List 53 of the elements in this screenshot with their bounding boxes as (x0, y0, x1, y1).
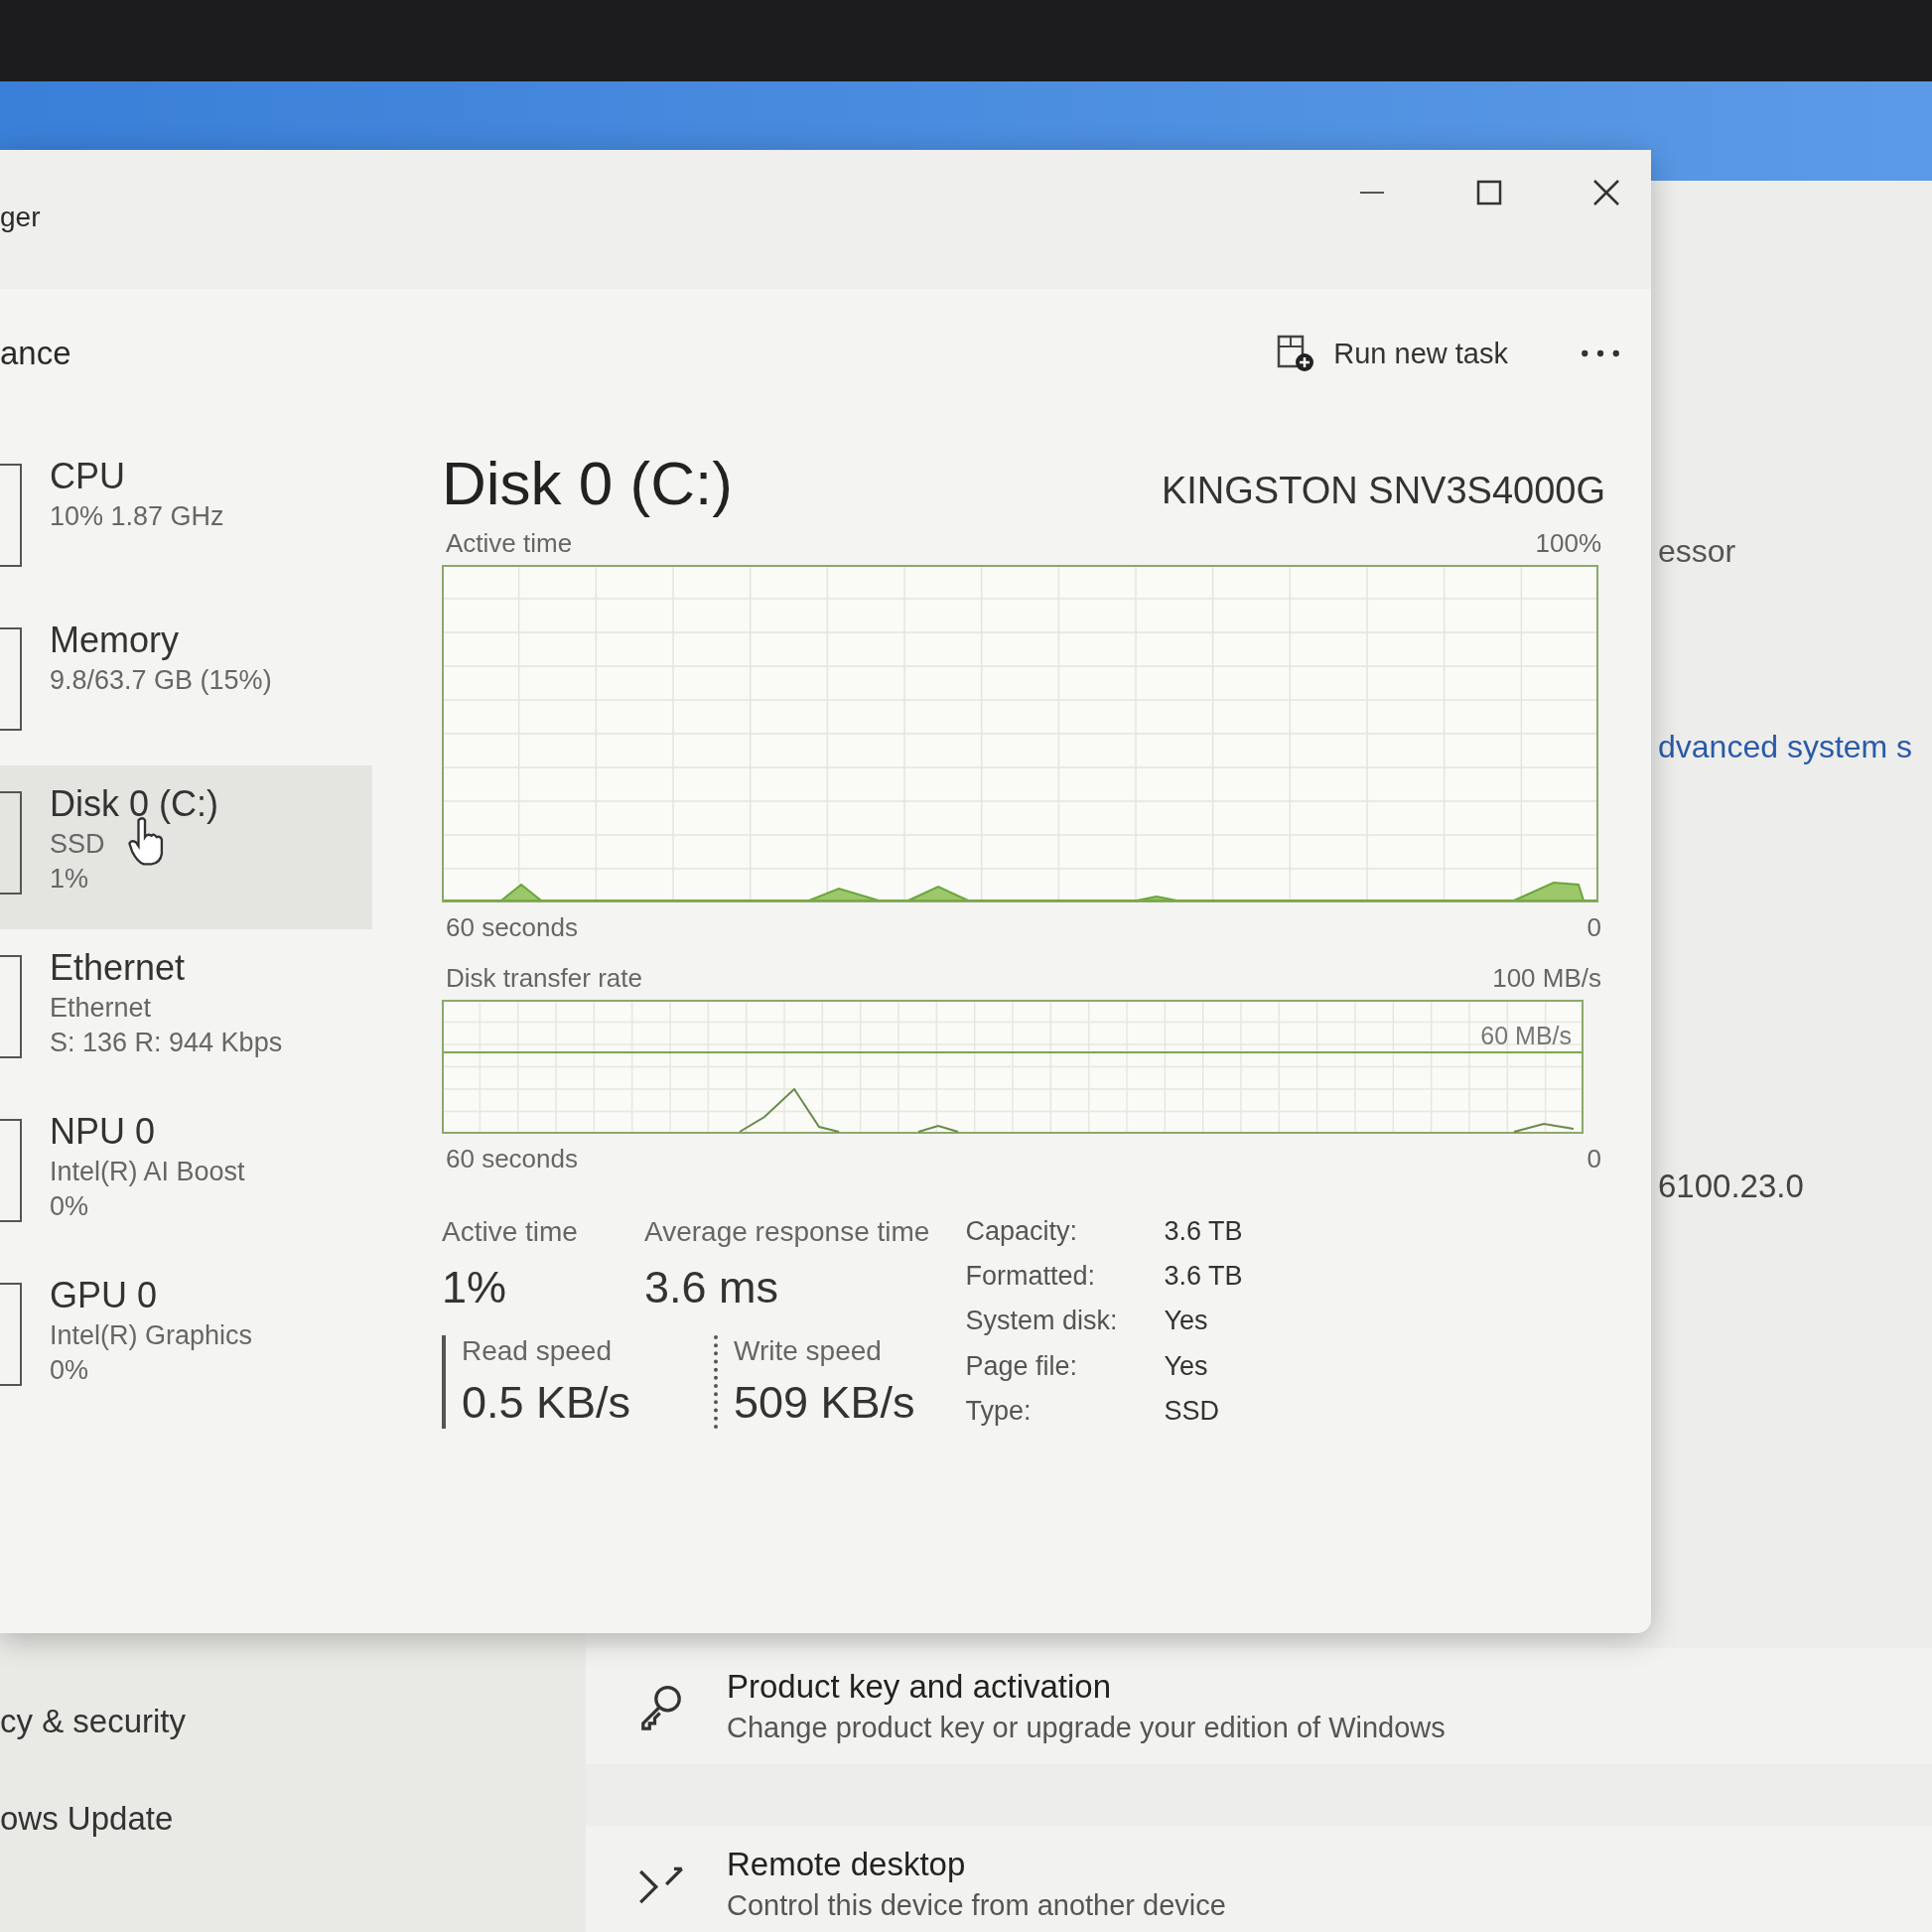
disk-model: KINGSTON SNV3S4000G (1161, 470, 1605, 513)
maximize-icon[interactable] (1474, 178, 1504, 207)
sidebar-item[interactable]: CPU 10% 1.87 GHz (0, 438, 372, 602)
stat-label: Active time (442, 1216, 579, 1248)
stat-label: Average response time (644, 1216, 930, 1248)
chart-mid-label: 60 MB/s (1480, 1022, 1572, 1050)
window-title: ger (0, 202, 41, 233)
stat-value: 0.5 KB/s (462, 1377, 632, 1429)
chart-label: Disk transfer rate (446, 963, 642, 994)
axis-label: 60 seconds (446, 1144, 578, 1174)
axis-label: 60 seconds (446, 912, 578, 943)
property-value: Yes (1164, 1350, 1209, 1383)
card-title: Product key and activation (727, 1668, 1113, 1706)
settings-text: essor (1658, 533, 1737, 570)
new-task-icon (1276, 334, 1316, 373)
sidebar-item[interactable]: GPU 0 Intel(R) Graphics 0% (0, 1257, 372, 1421)
property-value: 3.6 TB (1164, 1261, 1243, 1294)
nav-item[interactable]: ows Update (0, 1800, 586, 1838)
axis-label: 0 (1587, 1144, 1601, 1174)
property-label: Formatted: (965, 1261, 1096, 1294)
property-label: Capacity: (965, 1216, 1078, 1248)
stat-label: Read speed (462, 1335, 613, 1367)
property-value: Yes (1164, 1306, 1209, 1338)
sidebar-item[interactable]: Memory 9.8/63.7 GB (15%) (0, 602, 372, 765)
stat-value: 509 KB/s (734, 1377, 915, 1429)
sidebar-item[interactable]: NPU 0 Intel(R) AI Boost 0% (0, 1093, 372, 1257)
nav-item[interactable]: cy & security (0, 1703, 586, 1740)
chart-max-label: 100% (1535, 528, 1601, 559)
sidebar-item[interactable]: Disk 0 (C:) SSD 1% (0, 765, 372, 929)
section-title: ance (0, 335, 72, 372)
settings-text: dvanced system s (1658, 729, 1914, 765)
settings-card[interactable]: Remote desktop Control this device from another device (586, 1826, 1932, 1932)
axis-label: 0 (1587, 912, 1601, 943)
property-label: Page file: (965, 1350, 1078, 1383)
settings-card[interactable]: Product key and activation Change product key or upgrade your edition of Windows (586, 1648, 1932, 1764)
chart-max-label: 100 MB/s (1492, 963, 1601, 994)
more-icon[interactable] (1580, 347, 1621, 359)
property-value: 3.6 TB (1164, 1216, 1243, 1248)
property-label: Type: (965, 1395, 1033, 1428)
close-icon[interactable] (1591, 178, 1621, 207)
property-value: SSD (1164, 1395, 1220, 1428)
chart-label: Active time (446, 528, 573, 559)
stat-value: 3.6 ms (644, 1262, 780, 1313)
stat-value: 1% (442, 1262, 508, 1313)
card-subtitle: Change product key or upgrade your edition of Windows (727, 1712, 1446, 1744)
card-title: Remote desktop (727, 1846, 967, 1883)
sidebar-item[interactable]: Ethernet Ethernet S: 136 R: 944 Kbps (0, 929, 372, 1093)
run-new-task-button[interactable]: Run new task (1264, 326, 1520, 381)
stat-label: Write speed (734, 1335, 883, 1367)
property-label: System disk: (965, 1306, 1119, 1338)
settings-text: 6100.23.0 (1658, 1168, 1805, 1205)
card-subtitle: Control this device from another device (727, 1889, 1226, 1922)
disk-title: Disk 0 (C:) (442, 448, 733, 518)
